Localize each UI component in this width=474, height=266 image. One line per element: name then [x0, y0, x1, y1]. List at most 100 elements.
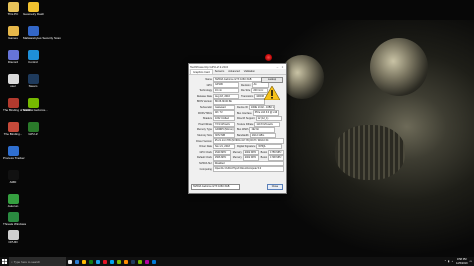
taskbar-app-icon[interactable]	[101, 257, 108, 266]
taskbar-app-icon[interactable]	[87, 257, 94, 266]
volume-icon[interactable]: ◖	[451, 260, 453, 263]
user-icon	[7, 74, 19, 84]
clock-date: 1/25/2019	[456, 261, 468, 265]
field-label: Memory	[232, 150, 242, 154]
desktop-icon-process-tracker[interactable]: Process Tracker	[3, 146, 25, 160]
gpu-select-dropdown[interactable]: NVIDIA GeForce GTX 1060 3GB	[191, 184, 240, 190]
the-binding-2-icon	[7, 122, 19, 132]
field-value: 2002 MHz	[242, 149, 259, 155]
app-glyph-icon	[151, 259, 156, 264]
desktop-icon-label: Process Tracker	[3, 156, 25, 160]
app-glyph-icon	[116, 259, 121, 264]
taskbar-app-icon[interactable]	[94, 257, 101, 266]
network-icon[interactable]: ▮	[448, 260, 449, 263]
field-label: Revision	[241, 83, 251, 87]
start-button[interactable]	[0, 257, 9, 266]
taskbar-app-icon[interactable]	[136, 257, 143, 266]
cursor-marker-icon	[265, 54, 272, 61]
steam-icon	[27, 74, 39, 84]
close-button[interactable]: Close	[267, 184, 283, 190]
taskbar-app-icon[interactable]	[73, 257, 80, 266]
desktop-icon-user[interactable]: user	[3, 74, 23, 88]
taskbar-app-icon[interactable]	[66, 257, 73, 266]
info-row: Memory Size 3072 MB Bandwidth 192.2 GB/s	[191, 132, 284, 139]
app-glyph-icon	[137, 259, 142, 264]
desktop-icon-discord[interactable]: Discord	[3, 50, 23, 64]
taskbar-app-icon[interactable]	[115, 257, 122, 266]
field-value: PCIe x16 3.0 @ x16 1.1	[252, 110, 279, 116]
gpu-z-icon	[27, 122, 39, 132]
desktop-icon-games[interactable]: Games	[3, 26, 23, 40]
amd-icon	[7, 170, 19, 180]
desktop-icon-nvidia-geforce[interactable]: NVIDIA GeForce...	[23, 98, 48, 112]
info-row: Subvendor Gainward Device ID 10DE 1C02 - 10…	[191, 104, 284, 111]
info-row: NVIDIA SLI Disabled	[191, 160, 284, 167]
desktop-icon-amd[interactable]: AMD	[3, 170, 23, 184]
clock[interactable]: 9:58 PM 1/25/2019	[456, 258, 468, 264]
field-label: Driver Date	[199, 145, 212, 149]
taskbar-app-icon[interactable]	[122, 257, 129, 266]
field-value: 16 nm	[213, 88, 239, 94]
desktop-icon-steam[interactable]: Steam	[23, 74, 43, 88]
desktop-icon-the-binding-2[interactable]: The Binding...	[3, 122, 23, 136]
desktop-icon-autorun[interactable]: Autorun	[3, 194, 23, 208]
geometry-dash-icon	[27, 2, 39, 12]
info-row: Computing OpenCL CUDA PhysX DirectCompute…	[191, 166, 284, 172]
notifications-icon[interactable]: ▭	[470, 260, 472, 263]
app-glyph-icon	[123, 259, 128, 264]
field-label: Die Size	[241, 89, 251, 93]
field-label: Pixel Fillrate	[198, 122, 212, 126]
the-binding-icon	[7, 98, 19, 108]
close-icon[interactable]: ×	[280, 65, 285, 69]
desktop-icon-geometry-dash[interactable]: Geometry Dash	[23, 2, 44, 16]
taskbar-app-icon[interactable]	[150, 257, 157, 266]
info-row: Driver Date Nov 21, 2018 Digital Signature…	[191, 143, 284, 150]
desktop-icon-threats[interactable]: Threats Windows	[3, 212, 26, 226]
field-label: Boost	[260, 150, 268, 154]
desktop-icon-gpu-z[interactable]: GPU-Z	[23, 122, 43, 136]
lookup-button[interactable]: Lookup	[261, 77, 283, 83]
taskbar-search-box[interactable]: ⌕ Type here to search	[9, 257, 66, 266]
info-row: Pixel Fillrate 73.9 GPixel/s Texture Fillr…	[191, 121, 284, 127]
tab-sensors[interactable]: Sensors	[213, 69, 227, 74]
windows-logo-icon	[2, 259, 7, 264]
desktop-icon-cpuid[interactable]: CPUID	[3, 230, 23, 244]
desktop-icon-label: The Binding of Isaac...	[3, 108, 33, 112]
field-label: Memory Type	[196, 128, 212, 132]
desktop-icon-label: NVIDIA GeForce...	[23, 108, 48, 112]
taskbar-app-icon[interactable]	[108, 257, 115, 266]
info-row: Driver Version 25.21.14.1735 (NVIDIA 417.…	[191, 138, 284, 144]
field-label: GPU	[206, 83, 212, 87]
info-row: BIOS Version 86.06.3F.00.5E	[191, 99, 284, 105]
field-value: Disabled	[212, 160, 284, 167]
desktop-icon-this-pc[interactable]: This PC	[3, 2, 23, 16]
nvidia-geforce-icon	[27, 98, 39, 108]
app-glyph-icon	[130, 259, 135, 264]
field-value: 192 bit	[249, 127, 276, 133]
desktop-icon-the-binding[interactable]: The Binding of Isaac...	[3, 98, 33, 112]
field-label: Name	[205, 78, 212, 81]
field-value: Aug 18, 2016	[213, 93, 239, 99]
field-value: 1152 Unified	[213, 115, 235, 122]
desktop-icon-control[interactable]: Control	[23, 50, 43, 64]
app-glyph-icon	[144, 259, 149, 264]
field-value: 10DE 1C02 - 10B0 1C02	[248, 104, 275, 111]
taskbar-app-icon[interactable]	[143, 257, 150, 266]
tab-advanced[interactable]: Advanced	[226, 69, 242, 74]
field-label: BIOS Version	[196, 100, 212, 104]
desktop-icon-label: Steam	[28, 84, 38, 88]
desktop-icon-label: Control	[28, 60, 38, 64]
tray-chevron-icon[interactable]: ^	[445, 260, 446, 263]
field-value: 86.06.3F.00.5E	[213, 99, 265, 105]
autorun-icon	[7, 194, 19, 204]
desktop: This PC Geometry Dash Games Malwarebytes Se…	[0, 0, 474, 257]
tab-graphics-card[interactable]: Graphics Card	[190, 69, 213, 74]
app-glyph-icon	[81, 259, 86, 264]
taskbar-app-icon[interactable]	[80, 257, 87, 266]
threats-icon	[7, 212, 19, 222]
taskbar-app-icon[interactable]	[129, 257, 136, 266]
desktop-icon-malwarebytes[interactable]: Malwarebytes Security Scan	[23, 26, 61, 40]
gpuz-window[interactable]: TechPowerUp GPU-Z 2.20.0 – × Graphics Ca…	[188, 63, 287, 194]
field-value: 25.21.14.1735 (NVIDIA 417.35) DCH / Win1…	[212, 138, 284, 144]
tab-validation[interactable]: Validation	[242, 69, 257, 74]
